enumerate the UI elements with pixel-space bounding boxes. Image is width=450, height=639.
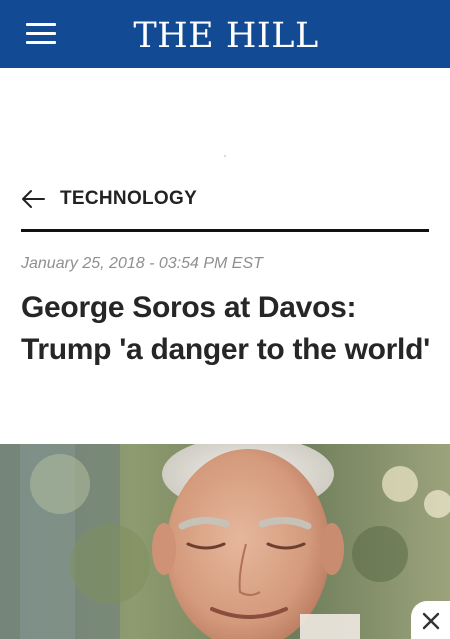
section-divider	[21, 229, 429, 232]
site-logo[interactable]: THE HILL	[120, 14, 332, 58]
menu-button[interactable]	[22, 20, 58, 48]
article-dateline: January 25, 2018 - 03:54 PM EST	[21, 255, 263, 272]
ad-placeholder	[0, 68, 450, 180]
section-label: TECHNOLOGY	[60, 188, 198, 209]
section-back-link[interactable]: TECHNOLOGY	[20, 184, 197, 214]
site-header: THE HILL	[0, 0, 450, 68]
arrow-left-icon	[20, 189, 46, 209]
article-headline: George Soros at Davos: Trump 'a danger t…	[21, 291, 430, 366]
close-ad-button[interactable]	[411, 601, 450, 639]
article-photo[interactable]	[0, 444, 450, 639]
